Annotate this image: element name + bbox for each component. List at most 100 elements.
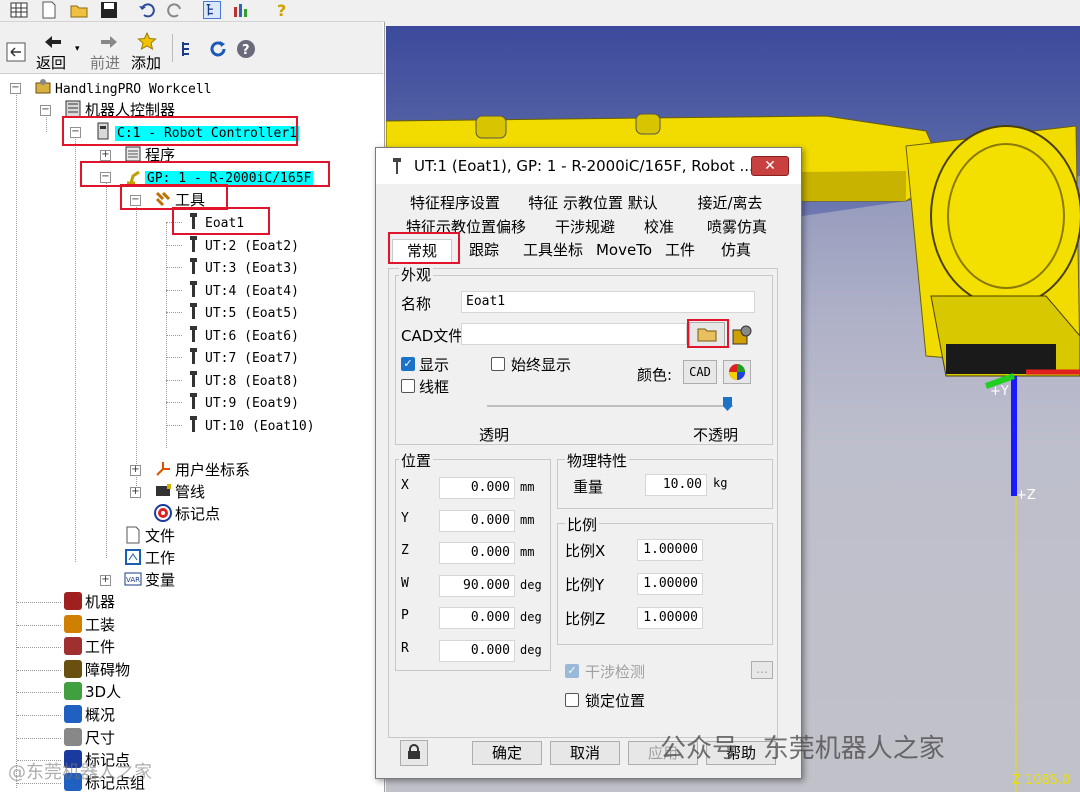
tree-node-tool[interactable]: UT:9 (Eoat9) [184,391,299,413]
cad-settings-icon[interactable] [731,324,753,346]
row3-tab[interactable]: 工件 [658,239,702,261]
programs-expand-toggle[interactable]: + [100,150,111,161]
show-checkbox[interactable]: ✓ [401,357,415,371]
save-icon[interactable] [100,1,118,19]
cad-color-button[interactable]: CAD [683,360,717,384]
tree-node-tool[interactable]: UT:3 (Eoat3) [184,256,299,278]
tree-line [17,624,61,626]
item-icon [64,705,82,723]
controllers-collapse-toggle[interactable]: − [40,105,51,116]
tree-label: 工作 [145,549,176,567]
outline-icon[interactable] [180,40,198,58]
tree-node-variables[interactable]: VAR 变量 [124,569,175,591]
tool-icon [190,235,197,252]
tree-node-pipes[interactable]: 管线 [154,481,205,503]
back-arrow-icon [45,36,61,48]
row1-tab[interactable]: 接近/离去 [690,192,770,214]
tree-node-top-item[interactable]: 障碍物 [64,659,130,681]
scale-value-input[interactable]: 1.00000 [637,607,703,629]
tree-node-top-item[interactable]: 工件 [64,636,115,658]
row1-tab[interactable]: 特征 示教位置 默认 [522,192,664,214]
position-unit: mm [520,480,535,494]
name-input[interactable]: Eoat1 [461,291,755,313]
grid-icon[interactable] [10,1,28,19]
row1-tab[interactable]: 特征程序设置 [400,192,510,214]
user-frames-expand-toggle[interactable]: + [130,465,141,476]
tree-node-top-item[interactable]: 工装 [64,614,115,636]
tree-line [17,669,61,671]
open-folder-icon[interactable] [70,1,88,19]
workcell-tree: − HandlingPRO Workcell − 机器人控制器 − C:1 - … [0,74,383,792]
file-icon [126,526,140,544]
help-circle-icon[interactable]: ? [236,39,256,59]
interference-check-checkbox[interactable]: ✓ [565,664,579,678]
scale-value-input[interactable]: 1.00000 [637,573,703,595]
close-button[interactable]: ✕ [751,156,789,176]
refresh-icon[interactable] [208,39,228,59]
position-value-input[interactable]: 0.000 [439,607,515,629]
tree-node-tool[interactable]: UT:5 (Eoat5) [184,301,299,323]
redo-icon[interactable] [166,1,184,19]
position-value-input[interactable]: 0.000 [439,509,515,532]
back-dropdown-icon[interactable]: ▾ [75,44,80,54]
row3-tab[interactable]: 仿真 [708,239,764,261]
position-unit: deg [520,642,542,657]
tree-node-markers[interactable]: 标记点 [154,503,220,525]
row2-tab[interactable]: 喷雾仿真 [696,216,778,238]
tree-node-top-item[interactable]: 尺寸 [64,727,115,749]
row3-tab[interactable]: 跟踪 [456,239,512,261]
position-value-input[interactable]: 0.000 [439,639,515,662]
opacity-slider-track[interactable] [487,405,733,407]
bar-chart-icon[interactable] [232,1,250,19]
position-value-input[interactable]: 0.000 [439,477,515,499]
annotation-box-eoat1 [172,207,270,235]
collapse-panel-icon[interactable] [6,42,26,62]
tree-node-files[interactable]: 文件 [124,525,175,547]
wireframe-checkbox[interactable] [401,379,415,393]
tree-node-tool[interactable]: UT:6 (Eoat6) [184,324,299,346]
help-icon[interactable]: ? [272,1,290,19]
tree-node-top-item[interactable]: 机器 [64,591,115,613]
scale-value-input[interactable]: 1.00000 [637,539,703,561]
tree-node-tool[interactable]: UT:7 (Eoat7) [184,346,299,368]
lock-icon [408,744,420,759]
tree-view-icon[interactable] [203,1,221,19]
weight-input[interactable]: 10.00 [645,474,707,496]
color-picker-button[interactable] [723,360,751,384]
tree-node-tool[interactable]: UT:4 (Eoat4) [184,279,299,301]
lock-button[interactable] [400,740,428,766]
tree-node-workcell[interactable]: HandlingPRO Workcell [34,77,212,99]
new-file-icon[interactable] [40,1,58,19]
row3-tab[interactable]: MoveTo [594,239,654,261]
position-value-input[interactable]: 90.000 [439,574,515,597]
tree-node-tool[interactable]: UT:8 (Eoat8) [184,369,299,391]
general-tab-page: 外观 名称 Eoat1 CAD文件 ✓ 显示 始终显示 线框 颜色: CAD 透… [388,264,778,738]
tree-node-work[interactable]: 工作 [124,547,175,569]
row3-tab[interactable]: 工具坐标 [516,239,590,261]
lock-position-checkbox[interactable] [565,693,579,707]
position-unit: mm [520,545,535,559]
row2-tab[interactable]: 校准 [634,216,684,238]
position-value-input[interactable]: 0.000 [439,542,515,564]
pipes-expand-toggle[interactable]: + [130,487,141,498]
tree-node-tool[interactable]: UT:2 (Eoat2) [184,234,299,256]
tree-node-tool[interactable]: UT:10 (Eoat10) [184,414,315,436]
row2-tab[interactable]: 干涉规避 [542,216,628,238]
tree-node-top-item[interactable]: 3D人 [64,681,121,703]
user-frame-icon [156,462,170,476]
dialog-titlebar[interactable]: UT:1 (Eoat1), GP: 1 - R-2000iC/165F, Rob… [376,148,801,184]
ok-button[interactable]: 确定 [472,741,542,765]
tree-node-top-item[interactable]: 概况 [64,704,115,726]
cad-file-input[interactable] [461,323,687,345]
root-collapse-toggle[interactable]: − [10,83,21,94]
cancel-button[interactable]: 取消 [550,741,620,765]
tree-label: 工装 [85,615,116,634]
undo-icon[interactable] [138,1,156,19]
interference-settings-button[interactable]: ... [751,661,773,679]
tree-label: UT:7 (Eoat7) [205,351,299,366]
always-show-checkbox[interactable] [491,357,505,371]
tree-node-user-frames[interactable]: 用户坐标系 [154,459,250,481]
variables-expand-toggle[interactable]: + [100,575,111,586]
tree-label: 用户坐标系 [175,461,251,479]
tree-line [166,334,182,336]
